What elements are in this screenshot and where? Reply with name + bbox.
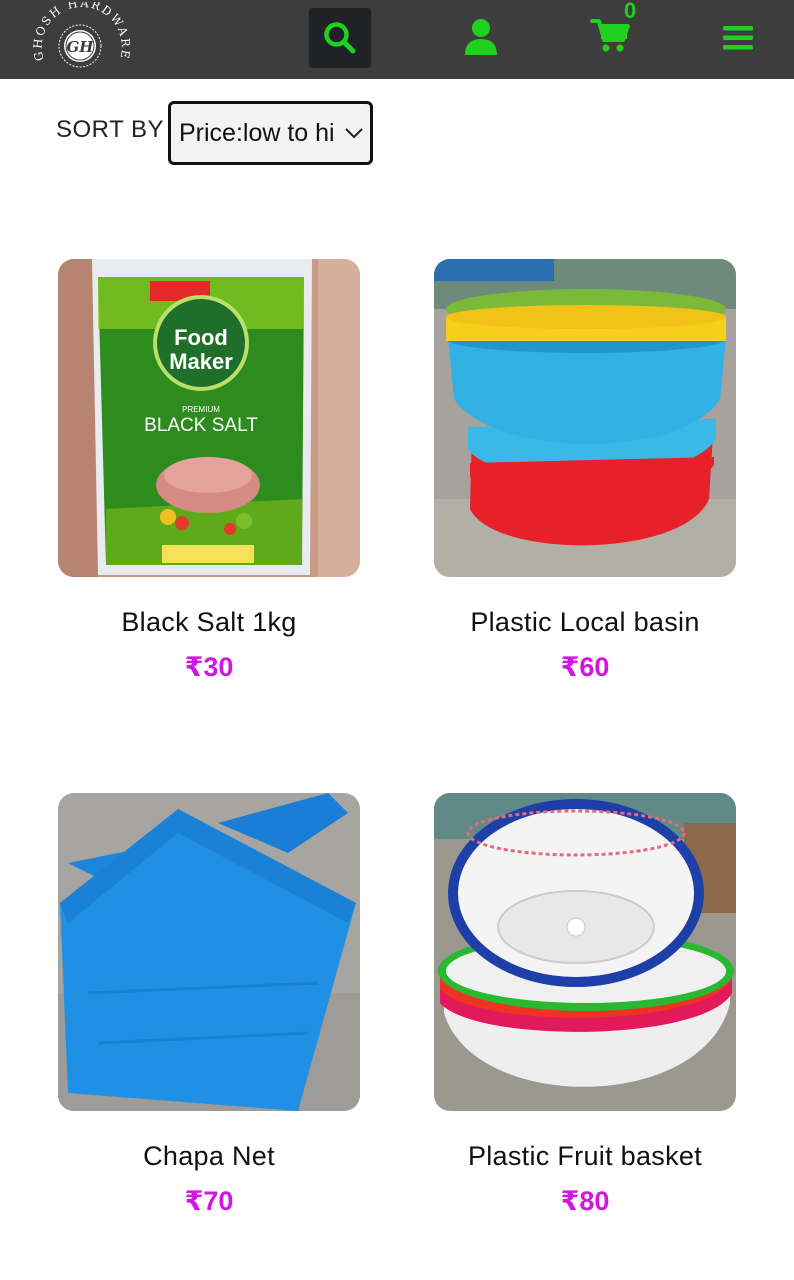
search-button[interactable] xyxy=(309,8,371,68)
product-card[interactable]: Chapa Net ₹70 xyxy=(58,793,360,1217)
product-image-plastic-basin[interactable] xyxy=(434,259,736,577)
account-button[interactable] xyxy=(460,16,502,58)
sort-select[interactable]: Price:low to hi xyxy=(168,101,373,165)
product-name[interactable]: Chapa Net xyxy=(58,1141,360,1172)
search-icon xyxy=(324,22,356,54)
product-image-fruit-basket[interactable] xyxy=(434,793,736,1111)
product-name[interactable]: Black Salt 1kg xyxy=(58,607,360,638)
brand-logo[interactable]: GHOSH HARDWARE GH xyxy=(30,0,131,76)
cart-count-badge: 0 xyxy=(624,0,637,23)
product-card[interactable]: Plastic Fruit basket ₹80 xyxy=(434,793,736,1217)
sort-by-label: SORT BY xyxy=(56,116,164,143)
product-price: ₹30 xyxy=(184,652,234,682)
sort-selected-value: Price:low to hi xyxy=(179,118,335,147)
product-card[interactable]: Plastic Local basin ₹60 xyxy=(434,259,736,683)
svg-text:Maker: Maker xyxy=(169,349,233,374)
menu-button[interactable] xyxy=(718,18,758,58)
svg-text:BLACK SALT: BLACK SALT xyxy=(144,415,258,436)
product-card[interactable]: Food Maker PREMIUM BLACK SALT Black Salt… xyxy=(58,259,360,683)
product-name[interactable]: Plastic Fruit basket xyxy=(434,1141,736,1172)
svg-text:Food: Food xyxy=(174,325,228,350)
top-navigation-bar: GHOSH HARDWARE GH 0 xyxy=(0,0,794,79)
product-price: ₹80 xyxy=(560,1186,610,1216)
chevron-down-icon xyxy=(345,128,363,139)
product-price: ₹60 xyxy=(560,652,610,682)
product-price: ₹70 xyxy=(184,1186,234,1216)
svg-text:PREMIUM: PREMIUM xyxy=(182,405,220,414)
user-icon xyxy=(465,19,497,55)
hamburger-menu-icon xyxy=(723,26,753,50)
product-image-chapa-net[interactable] xyxy=(58,793,360,1111)
product-name[interactable]: Plastic Local basin xyxy=(434,607,736,638)
product-image-black-salt[interactable]: Food Maker PREMIUM BLACK SALT xyxy=(58,259,360,577)
svg-text:GH: GH xyxy=(67,38,95,56)
